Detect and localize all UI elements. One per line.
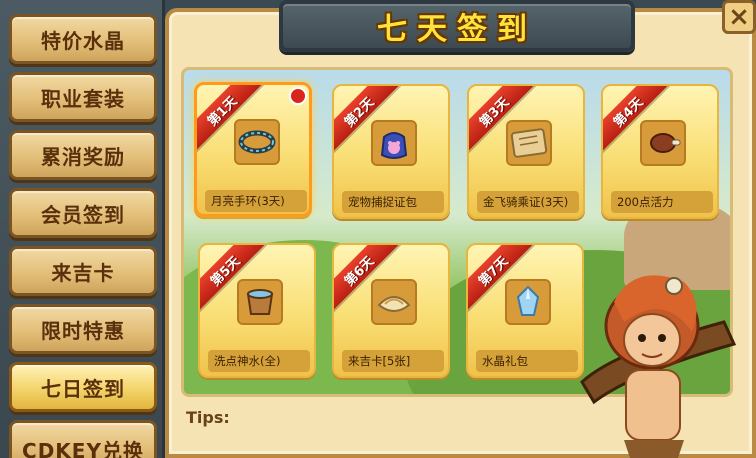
- tips-label: Tips:: [186, 408, 230, 427]
- sidebar-item-cdkey[interactable]: CDKEY兑换: [9, 420, 157, 458]
- sidebar-item-member-checkin[interactable]: 会员签到: [9, 188, 157, 238]
- day-card-7[interactable]: 第7天 水晶礼包: [466, 243, 584, 378]
- meat-icon: [640, 120, 686, 166]
- water-bucket-icon: [237, 279, 283, 325]
- close-button[interactable]: ×: [722, 0, 756, 34]
- reward-label: 金飞骑乘证(3天): [477, 191, 579, 213]
- page-title: 七天签到: [377, 12, 537, 47]
- day-card-4[interactable]: 第4天 200点活力: [601, 84, 719, 219]
- sidebar-item-lucky-card[interactable]: 来吉卡: [9, 246, 157, 296]
- reward-label: 来吉卡[5张]: [342, 350, 444, 372]
- bracelet-icon: [234, 119, 280, 165]
- pet-bag-icon: [371, 120, 417, 166]
- reward-label: 200点活力: [611, 191, 713, 213]
- sidebar-item-cumulative-rewards[interactable]: 累消奖励: [9, 130, 157, 180]
- sidebar-item-class-outfit[interactable]: 职业套装: [9, 72, 157, 122]
- day-card-6[interactable]: 第6天 来吉卡[5张]: [332, 243, 450, 378]
- day-card-3[interactable]: 第3天 金飞骑乘证(3天): [467, 84, 585, 219]
- day-card-5[interactable]: 第5天 洗点神水(全): [198, 243, 316, 378]
- card-pack-icon: [371, 279, 417, 325]
- reward-label: 水晶礼包: [476, 350, 578, 372]
- reward-label: 洗点神水(全): [208, 350, 310, 372]
- sidebar-item-seven-day-checkin[interactable]: 七日签到: [9, 362, 157, 412]
- mount-certificate-icon: [506, 120, 552, 166]
- sidebar-item-special-crystal[interactable]: 特价水晶: [9, 14, 157, 64]
- reward-label: 宠物捕捉证包: [342, 191, 444, 213]
- title-plate: 七天签到: [279, 0, 635, 52]
- notice-dot: [289, 87, 307, 105]
- caveman-character-illustration: [574, 262, 744, 458]
- reward-label: 月亮手环(3天): [205, 190, 307, 212]
- sidebar: 特价水晶 职业套装 累消奖励 会员签到 来吉卡 限时特惠 七日签到 CDKEY兑…: [0, 0, 165, 458]
- day-card-2[interactable]: 第2天 宠物捕捉证包: [332, 84, 450, 219]
- day-card-1[interactable]: 第1天 月亮手环(3天): [194, 82, 312, 217]
- crystal-icon: [505, 279, 551, 325]
- sidebar-item-limited-offer[interactable]: 限时特惠: [9, 304, 157, 354]
